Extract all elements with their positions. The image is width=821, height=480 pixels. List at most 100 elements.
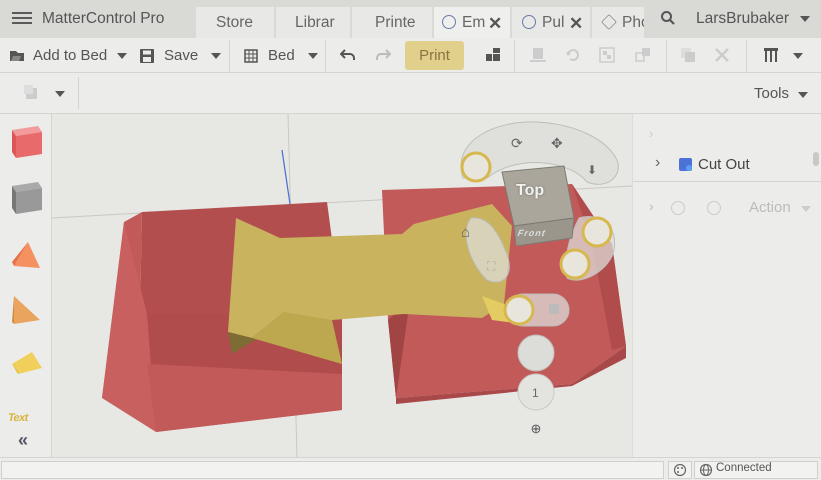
chevron-down-icon[interactable] xyxy=(801,206,811,212)
3d-viewport[interactable]: ⟳ ✥ ⬇ ⌂ ⛶ ⊕ Top Front 1 xyxy=(52,114,632,457)
part-face-red[interactable] xyxy=(147,364,342,432)
tab-design-1[interactable]: Em ✕ xyxy=(434,7,510,38)
chevron-right-icon[interactable]: › xyxy=(649,126,653,141)
tab-design-2-label: Pul xyxy=(542,14,565,31)
search-icon[interactable] xyxy=(660,10,676,26)
bed-options-icon[interactable] xyxy=(764,48,778,62)
tab-design-1-label: Em xyxy=(462,14,486,31)
undo-icon[interactable] xyxy=(340,48,356,62)
save-icon xyxy=(140,48,154,63)
pan-mode-icon[interactable] xyxy=(460,151,492,183)
save-label: Save xyxy=(164,47,199,64)
bed-grid-icon xyxy=(244,48,258,63)
grid-view-icon[interactable] xyxy=(503,294,535,326)
action-row: › Action xyxy=(633,198,821,222)
palette-icon[interactable] xyxy=(673,463,687,477)
tab-store-label: Store xyxy=(216,14,254,31)
toolbar-divider xyxy=(78,77,79,109)
rotate-icon[interactable]: ⟳ xyxy=(511,135,523,151)
chevron-down-icon[interactable] xyxy=(798,92,808,98)
model-view-icon[interactable] xyxy=(517,334,555,372)
home-icon[interactable]: ⌂ xyxy=(461,224,470,241)
reset-rotation-icon[interactable] xyxy=(565,47,581,63)
tab-printers[interactable]: Printe xyxy=(352,7,432,38)
cube-placeholder-shape-icon[interactable] xyxy=(10,180,44,216)
chevron-down-icon[interactable] xyxy=(307,52,318,59)
layer-number: 1 xyxy=(532,386,539,400)
tab-design-3[interactable]: Pho xyxy=(592,7,644,38)
save-button[interactable]: Save xyxy=(140,38,222,73)
terminal-icon-box[interactable] xyxy=(668,461,692,479)
title-bar: MatterControl Pro Store Librar Printe Em… xyxy=(0,0,821,38)
chevron-down-icon[interactable] xyxy=(800,16,810,22)
tab-store[interactable]: Store xyxy=(196,7,274,38)
globe-icon xyxy=(699,463,713,477)
print-button[interactable]: Print xyxy=(405,41,464,70)
main-toolbar: Add to Bed Save Bed Print xyxy=(0,38,821,73)
wedge-shape-icon[interactable] xyxy=(10,294,44,326)
add-to-bed-icon xyxy=(10,50,24,61)
scrollbar-thumb[interactable] xyxy=(813,152,819,166)
material-icon[interactable] xyxy=(24,85,40,101)
apply-icon[interactable] xyxy=(671,201,685,215)
chevron-down-icon[interactable] xyxy=(55,91,65,97)
scene-tree-panel: › › Cut Out › Action xyxy=(632,114,821,457)
status-message-area xyxy=(1,461,664,479)
chevron-right-icon[interactable]: › xyxy=(649,198,654,214)
collapse-sidebar-icon[interactable]: « xyxy=(18,430,28,451)
view-options-bar: Tools xyxy=(0,73,821,114)
chevron-right-icon[interactable]: › xyxy=(655,154,660,172)
tab-library[interactable]: Librar xyxy=(276,7,350,38)
shaded-view-icon[interactable] xyxy=(549,304,559,314)
orthographic-icon[interactable] xyxy=(559,248,591,280)
tab-design-3-label: Pho xyxy=(622,14,644,31)
text-shape-icon[interactable]: Text xyxy=(7,412,29,424)
tab-close-icon[interactable]: ✕ xyxy=(488,14,502,34)
toolbar-divider xyxy=(514,40,515,72)
user-menu[interactable]: LarsBrubaker xyxy=(696,10,789,28)
add-to-bed-button[interactable]: Add to Bed xyxy=(8,38,128,73)
zoom-to-selection-icon[interactable]: ⛶ xyxy=(486,259,496,273)
primitive-shapes-bar: Text « xyxy=(0,114,52,457)
toolbar-divider xyxy=(666,40,667,72)
view-cube-top-label[interactable]: Top xyxy=(516,182,544,200)
tree-item-cut-out[interactable]: › Cut Out xyxy=(633,154,821,178)
toolbar-divider xyxy=(746,40,747,72)
toolbar-divider xyxy=(229,40,230,72)
chevron-down-icon[interactable] xyxy=(117,52,128,59)
tab-design-2[interactable]: Pul ✕ xyxy=(512,7,590,38)
ungroup-icon[interactable] xyxy=(635,47,651,63)
connection-label: Connected xyxy=(716,462,772,474)
zoom-icon[interactable]: ⬇ xyxy=(587,163,597,177)
delete-icon[interactable] xyxy=(715,48,729,62)
view-cube-front-label[interactable]: Front xyxy=(516,228,548,238)
design-icon xyxy=(522,15,536,29)
move-icon[interactable]: ✥ xyxy=(551,135,563,151)
arrange-icon[interactable] xyxy=(486,48,500,62)
group-icon[interactable] xyxy=(599,47,615,63)
cube-shape-icon[interactable] xyxy=(10,124,44,160)
tab-close-icon[interactable]: ✕ xyxy=(569,14,583,34)
cut-out-badge-icon xyxy=(686,165,692,171)
redo-icon[interactable] xyxy=(375,48,391,62)
pyramid-shape-icon[interactable] xyxy=(10,240,44,272)
view-cube[interactable]: Top Front xyxy=(500,164,576,247)
hamburger-menu-icon[interactable] xyxy=(10,9,34,29)
toolbar-divider xyxy=(325,40,326,72)
panel-divider xyxy=(633,181,821,187)
tab-printers-label: Printe xyxy=(375,14,416,31)
chevron-down-icon[interactable] xyxy=(793,53,803,59)
bed-button[interactable]: Bed xyxy=(244,38,318,73)
chevron-down-icon[interactable] xyxy=(211,52,222,59)
add-to-bed-label: Add to Bed xyxy=(33,47,108,64)
design-icon xyxy=(442,15,456,29)
globe-icon[interactable]: ⊕ xyxy=(531,421,542,436)
half-wedge-shape-icon[interactable] xyxy=(10,350,44,376)
copy-icon[interactable] xyxy=(680,47,696,63)
tools-menu[interactable]: Tools xyxy=(754,85,789,102)
perspective-icon[interactable] xyxy=(581,216,613,248)
cancel-icon[interactable] xyxy=(707,201,721,215)
lay-flat-icon[interactable] xyxy=(530,47,546,63)
tab-library-label: Librar xyxy=(295,14,335,31)
action-menu[interactable]: Action xyxy=(749,199,791,216)
